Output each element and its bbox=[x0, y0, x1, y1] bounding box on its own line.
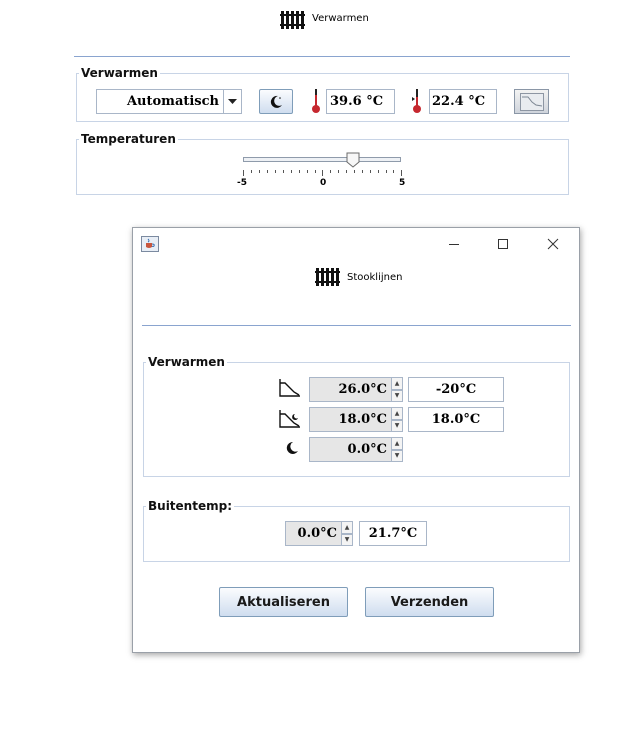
buitentemp-value-field: 21.7°C bbox=[359, 521, 427, 546]
slider-ticks bbox=[243, 170, 402, 176]
buitentemp-legend: Buitentemp: bbox=[148, 499, 232, 513]
dialog-title: Stooklijnen bbox=[347, 272, 403, 283]
row3-spinner-value[interactable]: 0.0°C bbox=[309, 437, 392, 462]
graph-icon bbox=[520, 93, 544, 111]
aktualiseren-button[interactable]: Aktualiseren bbox=[219, 587, 348, 617]
spinner-up-icon[interactable]: ▲ bbox=[341, 521, 353, 534]
heating-curve-icon bbox=[279, 379, 300, 397]
thermometer-icon bbox=[412, 89, 421, 113]
verwarmen-legend: Verwarmen bbox=[81, 66, 158, 80]
verzenden-button[interactable]: Verzenden bbox=[365, 587, 494, 617]
buitentemp-group: Buitentemp: bbox=[143, 499, 570, 562]
spinner-up-icon[interactable]: ▲ bbox=[391, 407, 403, 420]
radiator-icon bbox=[315, 268, 340, 286]
thermometer-icon bbox=[312, 89, 320, 113]
moon-icon bbox=[286, 441, 298, 454]
close-icon bbox=[547, 238, 559, 250]
row1-spinner-buttons[interactable]: ▲ ▼ bbox=[391, 377, 403, 402]
slider-label-mid: 0 bbox=[320, 178, 327, 188]
maximize-button[interactable] bbox=[490, 234, 516, 254]
dialog-verwarmen-legend: Verwarmen bbox=[148, 355, 225, 369]
row2-spinner-value[interactable]: 18.0°C bbox=[309, 407, 392, 432]
minimize-icon bbox=[449, 244, 459, 245]
heating-curve-night-icon bbox=[279, 410, 300, 428]
main-header: Verwarmen bbox=[0, 6, 634, 34]
java-icon bbox=[141, 236, 159, 252]
close-button[interactable] bbox=[540, 234, 566, 254]
maximize-icon bbox=[498, 239, 508, 249]
minimize-button[interactable] bbox=[441, 234, 467, 254]
slider-track bbox=[243, 157, 401, 162]
spinner-down-icon[interactable]: ▼ bbox=[391, 389, 403, 402]
night-mode-button[interactable] bbox=[259, 89, 293, 114]
graph-button[interactable] bbox=[514, 89, 549, 114]
dialog-titlebar bbox=[133, 228, 579, 258]
row2-value-field: 18.0°C bbox=[408, 407, 504, 432]
radiator-icon bbox=[280, 11, 305, 29]
slider-thumb[interactable] bbox=[346, 152, 360, 168]
stooklijnen-dialog: Stooklijnen Verwarmen 26.0°C ▲ ▼ -20°C 1… bbox=[132, 227, 580, 653]
row1-spinner-value[interactable]: 26.0°C bbox=[309, 377, 392, 402]
dialog-separator bbox=[142, 325, 571, 326]
spinner-down-icon[interactable]: ▼ bbox=[391, 419, 403, 432]
temperaturen-legend: Temperaturen bbox=[81, 132, 176, 146]
temperature-2-field: 22.4 °C bbox=[429, 89, 497, 114]
row3-spinner-buttons[interactable]: ▲ ▼ bbox=[391, 437, 403, 462]
spinner-down-icon[interactable]: ▼ bbox=[341, 533, 353, 546]
main-separator bbox=[74, 56, 570, 57]
mode-select[interactable]: Automatisch bbox=[96, 89, 242, 114]
row1-value-field: -20°C bbox=[408, 377, 504, 402]
main-title: Verwarmen bbox=[312, 13, 369, 24]
mode-select-value: Automatisch bbox=[126, 94, 219, 109]
chevron-down-icon[interactable] bbox=[223, 90, 241, 113]
buitentemp-spinner-buttons[interactable]: ▲ ▼ bbox=[341, 521, 353, 546]
slider-label-max: 5 bbox=[399, 178, 406, 188]
spinner-up-icon[interactable]: ▲ bbox=[391, 377, 403, 390]
row2-spinner-buttons[interactable]: ▲ ▼ bbox=[391, 407, 403, 432]
buitentemp-spinner-value[interactable]: 0.0°C bbox=[285, 521, 342, 546]
temperature-slider[interactable]: -5 0 5 bbox=[237, 152, 406, 192]
slider-label-min: -5 bbox=[237, 178, 247, 188]
spinner-down-icon[interactable]: ▼ bbox=[391, 449, 403, 462]
spinner-up-icon[interactable]: ▲ bbox=[391, 437, 403, 450]
temperature-1-field: 39.6 °C bbox=[326, 89, 395, 114]
moon-icon bbox=[270, 95, 282, 108]
